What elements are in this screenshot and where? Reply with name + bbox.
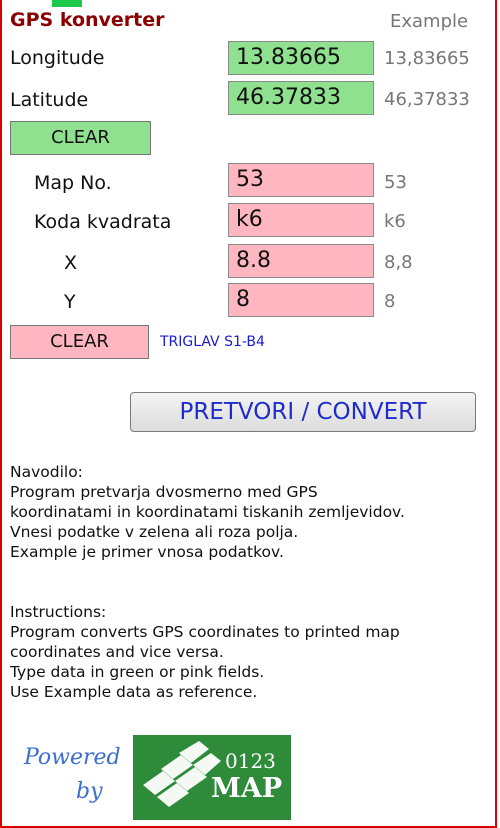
map-no-input[interactable]: 53 — [228, 163, 374, 197]
latitude-label: Latitude — [10, 89, 89, 111]
example-header: Example — [390, 11, 469, 32]
longitude-label: Longitude — [10, 47, 105, 69]
navodilo-line: Vnesi podatke v zelena ali roza polja. — [10, 523, 299, 541]
by-text: by — [76, 779, 103, 804]
logo-number: 0123 — [225, 749, 276, 773]
x-label: X — [64, 252, 78, 274]
0123map-logo-icon: 0123 MAP — [133, 735, 291, 820]
clear-gps-button[interactable]: CLEAR — [10, 121, 151, 155]
y-input[interactable]: 8 — [228, 283, 374, 317]
logo-name: MAP — [211, 773, 283, 804]
instructions-block: Instructions: Program converts GPS coord… — [10, 602, 495, 702]
navodilo-heading: Navodilo: — [10, 463, 83, 481]
latitude-input[interactable]: 46.37833 — [228, 81, 374, 115]
instructions-line: Use Example data as reference. — [10, 683, 258, 701]
app-title: GPS konverter — [10, 9, 165, 31]
powered-by-0123map-logo[interactable]: Powered by 0123 MAP — [18, 735, 293, 820]
navodilo-line: Example je primer vnosa podatkov. — [10, 543, 284, 561]
navodilo-line: koordinatami in koordinatami tiskanih ze… — [10, 503, 405, 521]
x-input[interactable]: 8.8 — [228, 244, 374, 278]
map-name-result: TRIGLAV S1-B4 — [160, 334, 265, 350]
clear-map-button[interactable]: CLEAR — [10, 325, 149, 359]
y-example: 8 — [384, 291, 396, 312]
instructions-line: Type data in green or pink fields. — [10, 663, 265, 681]
koda-kvadrata-example: k6 — [384, 211, 406, 232]
map-no-example: 53 — [384, 172, 407, 193]
instructions-line: coordinates and vice versa. — [10, 643, 224, 661]
latitude-example: 46,37833 — [384, 89, 470, 110]
koda-kvadrata-input[interactable]: k6 — [228, 203, 374, 237]
instructions-heading: Instructions: — [10, 603, 107, 621]
convert-button[interactable]: PRETVORI / CONVERT — [130, 392, 476, 432]
navodilo-block: Navodilo: Program pretvarja dvosmerno me… — [10, 462, 495, 562]
longitude-example: 13,83665 — [384, 48, 470, 69]
map-no-label: Map No. — [34, 172, 112, 194]
top-accent-strip — [52, 0, 82, 7]
powered-text: Powered — [24, 745, 121, 770]
navodilo-line: Program pretvarja dvosmerno med GPS — [10, 483, 318, 501]
x-example: 8,8 — [384, 252, 413, 273]
longitude-input[interactable]: 13.83665 — [228, 41, 374, 75]
instructions-line: Program converts GPS coordinates to prin… — [10, 623, 400, 641]
y-label: Y — [64, 291, 76, 313]
koda-kvadrata-label: Koda kvadrata — [34, 211, 172, 233]
